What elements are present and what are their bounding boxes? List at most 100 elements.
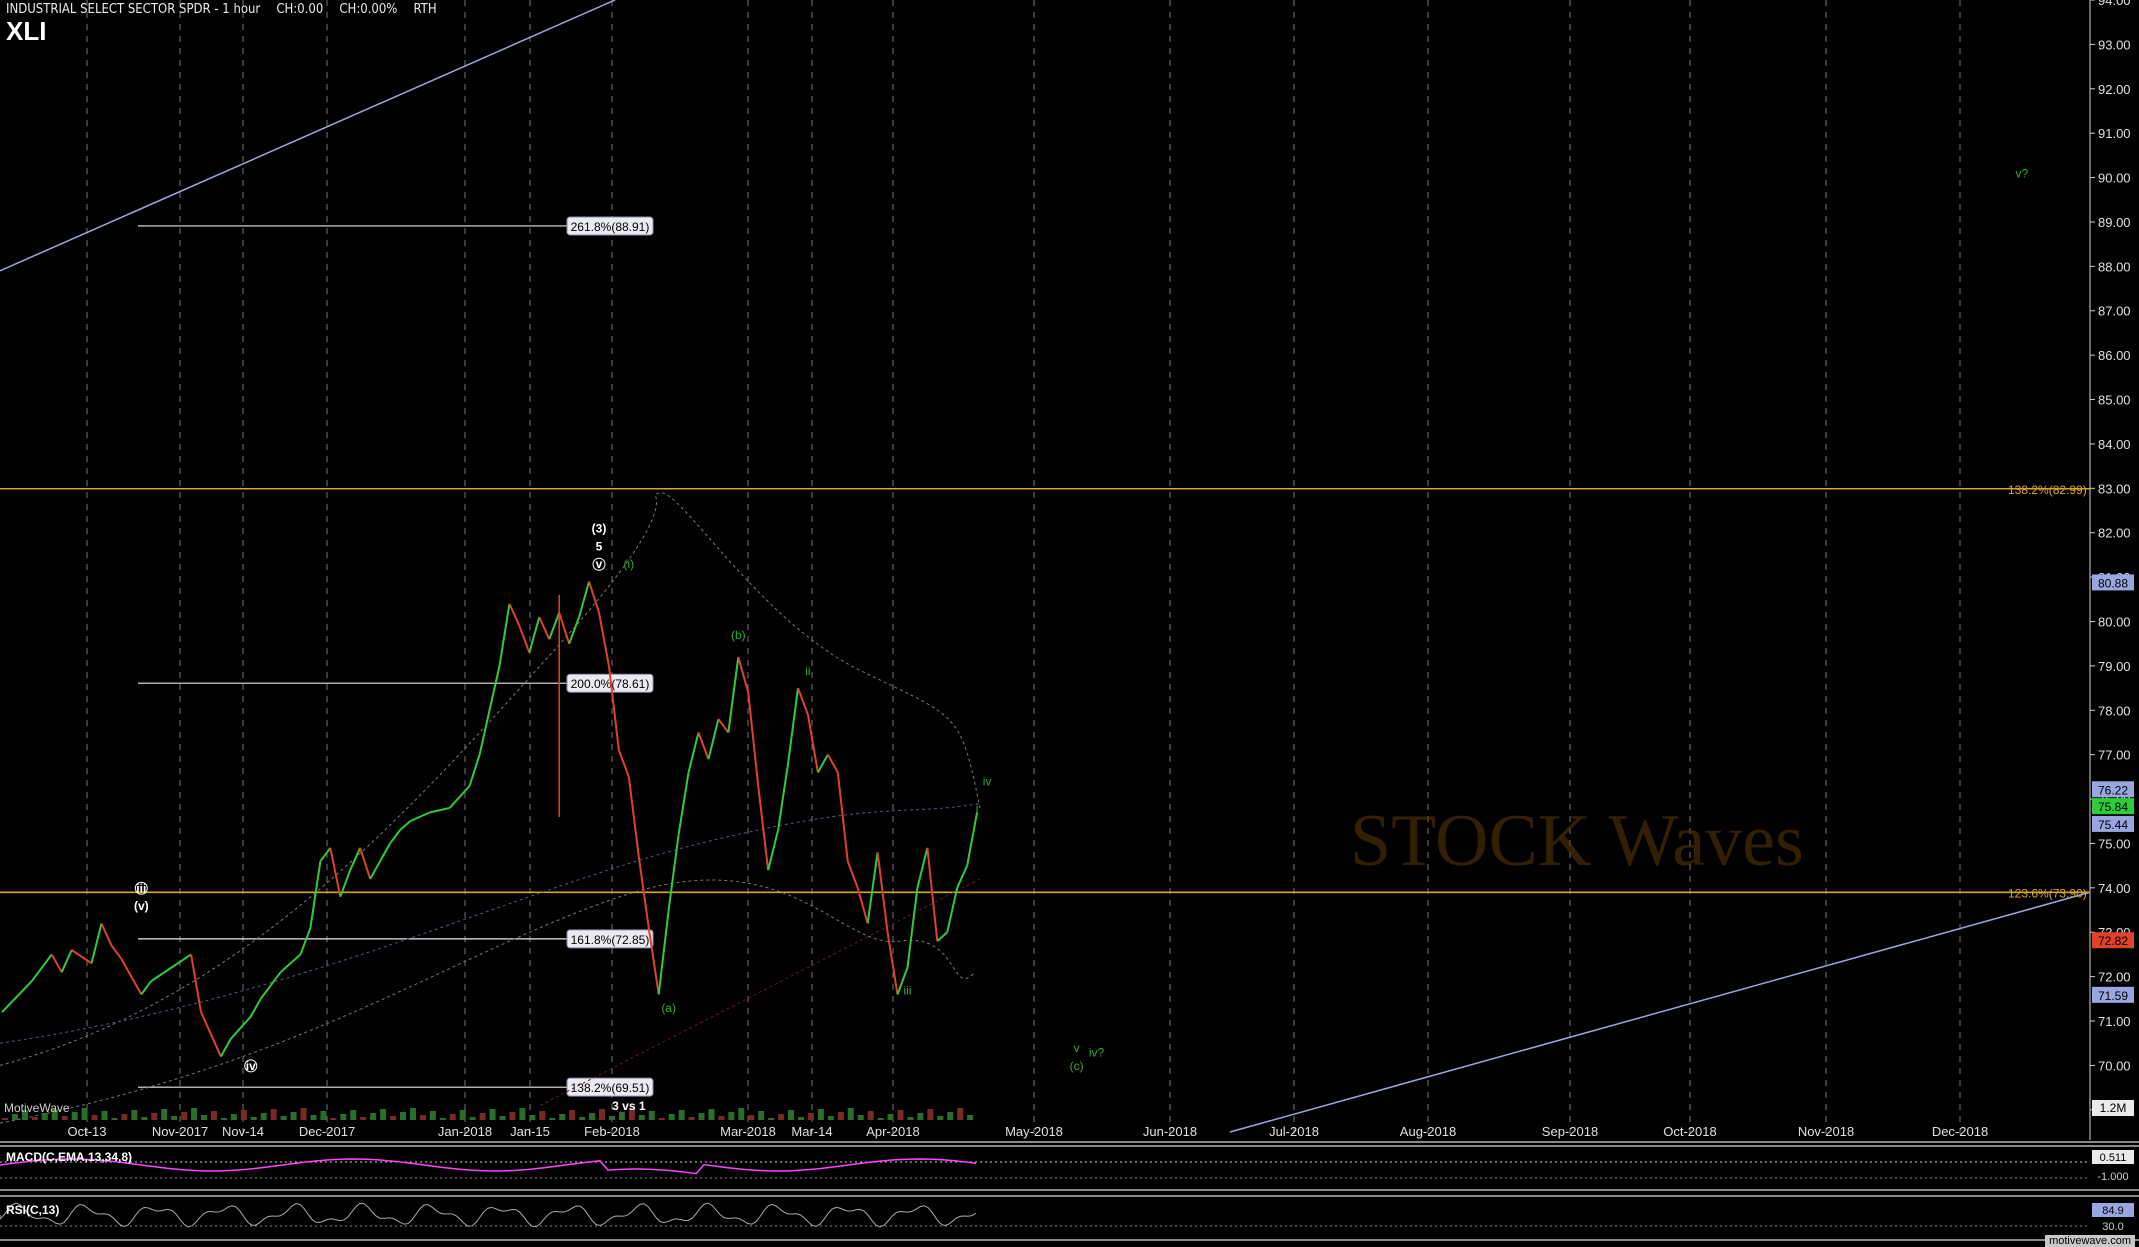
volume-bar [121,1114,128,1120]
price-tick-label: 82.00 [2098,526,2131,541]
price-tick-label: 78.00 [2098,703,2131,718]
volume-bar [927,1109,934,1120]
rsi-line [0,1202,977,1228]
volume-bar [837,1112,844,1120]
price-segment [349,847,362,871]
fib-projection-label: 161.8%(72.85) [571,933,650,947]
volume-bar [579,1117,586,1120]
price-segment [170,953,192,969]
price-segment [508,603,521,627]
wave-label: (a) [661,1001,676,1015]
volume-bar [887,1114,894,1120]
price-segment [31,953,53,982]
volume-bar [877,1118,884,1120]
price-segment [279,953,302,973]
volume-bar [380,1109,387,1120]
x-tick-label: May-2018 [1005,1124,1063,1139]
price-segment [399,820,411,831]
volume-bar [937,1116,944,1120]
price-segment [319,847,332,862]
price-segment [359,847,372,880]
price-segment [707,718,720,760]
volume-bar [111,1118,118,1120]
volume-bar [847,1108,854,1120]
volume-bar [161,1109,168,1120]
wave-label: iv [246,1059,256,1073]
x-tick-label: Mar-14 [791,1124,832,1139]
price-tick-label: 94.00 [2098,0,2131,8]
x-tick-label: Nov-2017 [152,1124,208,1139]
volume-bar [469,1117,476,1120]
chart-header: INDUSTRIAL SELECT SECTOR SPDR - 1 hour C… [6,2,449,17]
wave-label: iii [903,983,911,997]
wave-label: v [1074,1041,1080,1055]
price-tag-label: 76.22 [2098,783,2128,797]
price-tick-label: 89.00 [2098,215,2131,230]
volume-bar [758,1111,765,1120]
volume-bar [708,1109,715,1120]
price-segment [737,656,750,693]
price-segment [806,714,819,773]
volume-bar [599,1109,605,1120]
price-tick-label: 93.00 [2098,37,2131,52]
x-tick-label: Feb-2018 [584,1124,640,1139]
price-tick-label: 71.00 [2098,1014,2131,1029]
price-segment [249,998,262,1018]
wave-label: 5 [596,539,603,553]
price-segment [817,754,829,773]
volume-bar [608,1116,615,1120]
volume-bar [270,1109,277,1120]
price-segment [528,616,541,653]
wave-label: iv [983,775,992,789]
price-segment [966,812,979,866]
price-segment [558,612,571,644]
volume-bar [71,1112,78,1120]
volume-bar [240,1110,247,1120]
volume-bar [688,1117,695,1120]
wave-label: ii [805,664,810,678]
price-tick-label: 88.00 [2098,259,2131,274]
wave-label: 3 vs 1 [612,1099,646,1113]
volume-bar [191,1108,198,1120]
x-tick-label: Jul-2018 [1269,1124,1319,1139]
price-segment [697,732,710,760]
rsi-label: RSI(C,13) [6,1203,60,1217]
x-tick-label: Nov-14 [222,1124,264,1139]
wave-label: iii [136,881,146,895]
macd-ref-value: -1.000 [2097,1171,2128,1183]
price-segment [389,829,401,845]
price-segment [299,927,312,955]
price-segment [797,687,809,716]
fib-projection-label: 138.2%(69.51) [571,1081,650,1095]
x-tick-label: Jan-15 [510,1124,550,1139]
price-tag-label: 75.44 [2098,818,2128,832]
price-segment [50,953,63,973]
volume-bar [101,1111,108,1120]
volume-bar [648,1111,655,1120]
price-chart[interactable]: Oct-13 Nov-2017 Nov-14 Dec-2017 Jan-2018 Jan-… [0,0,2139,1247]
price-segment [1,980,33,1013]
rsi-value: 84.9 [2102,1205,2123,1217]
volume-bar [310,1115,317,1120]
price-segment [478,710,491,755]
x-tick-label: Aug-2018 [1400,1124,1456,1139]
price-segment [100,922,113,946]
price-segment [757,785,770,871]
price-segment [498,603,511,667]
volume-bar [738,1108,745,1120]
price-tick-label: 70.00 [2098,1058,2131,1073]
x-tick-label: Jun-2018 [1143,1124,1197,1139]
price-segment [866,852,879,924]
price-segment [90,923,103,964]
price-segment [826,754,839,773]
wave-label: iv? [1089,1046,1105,1060]
price-tick-label: 85.00 [2098,393,2131,408]
watermark: motivewave.com [2045,1235,2135,1247]
price-segment [329,847,342,897]
price-tick-label: 84.00 [2098,437,2131,452]
volume-bar [210,1111,217,1120]
wave-label: (c) [1070,1059,1084,1073]
volume-bar [429,1111,436,1120]
price-tick-label: 92.00 [2098,82,2131,97]
x-tick-label: Dec-2018 [1932,1124,1988,1139]
